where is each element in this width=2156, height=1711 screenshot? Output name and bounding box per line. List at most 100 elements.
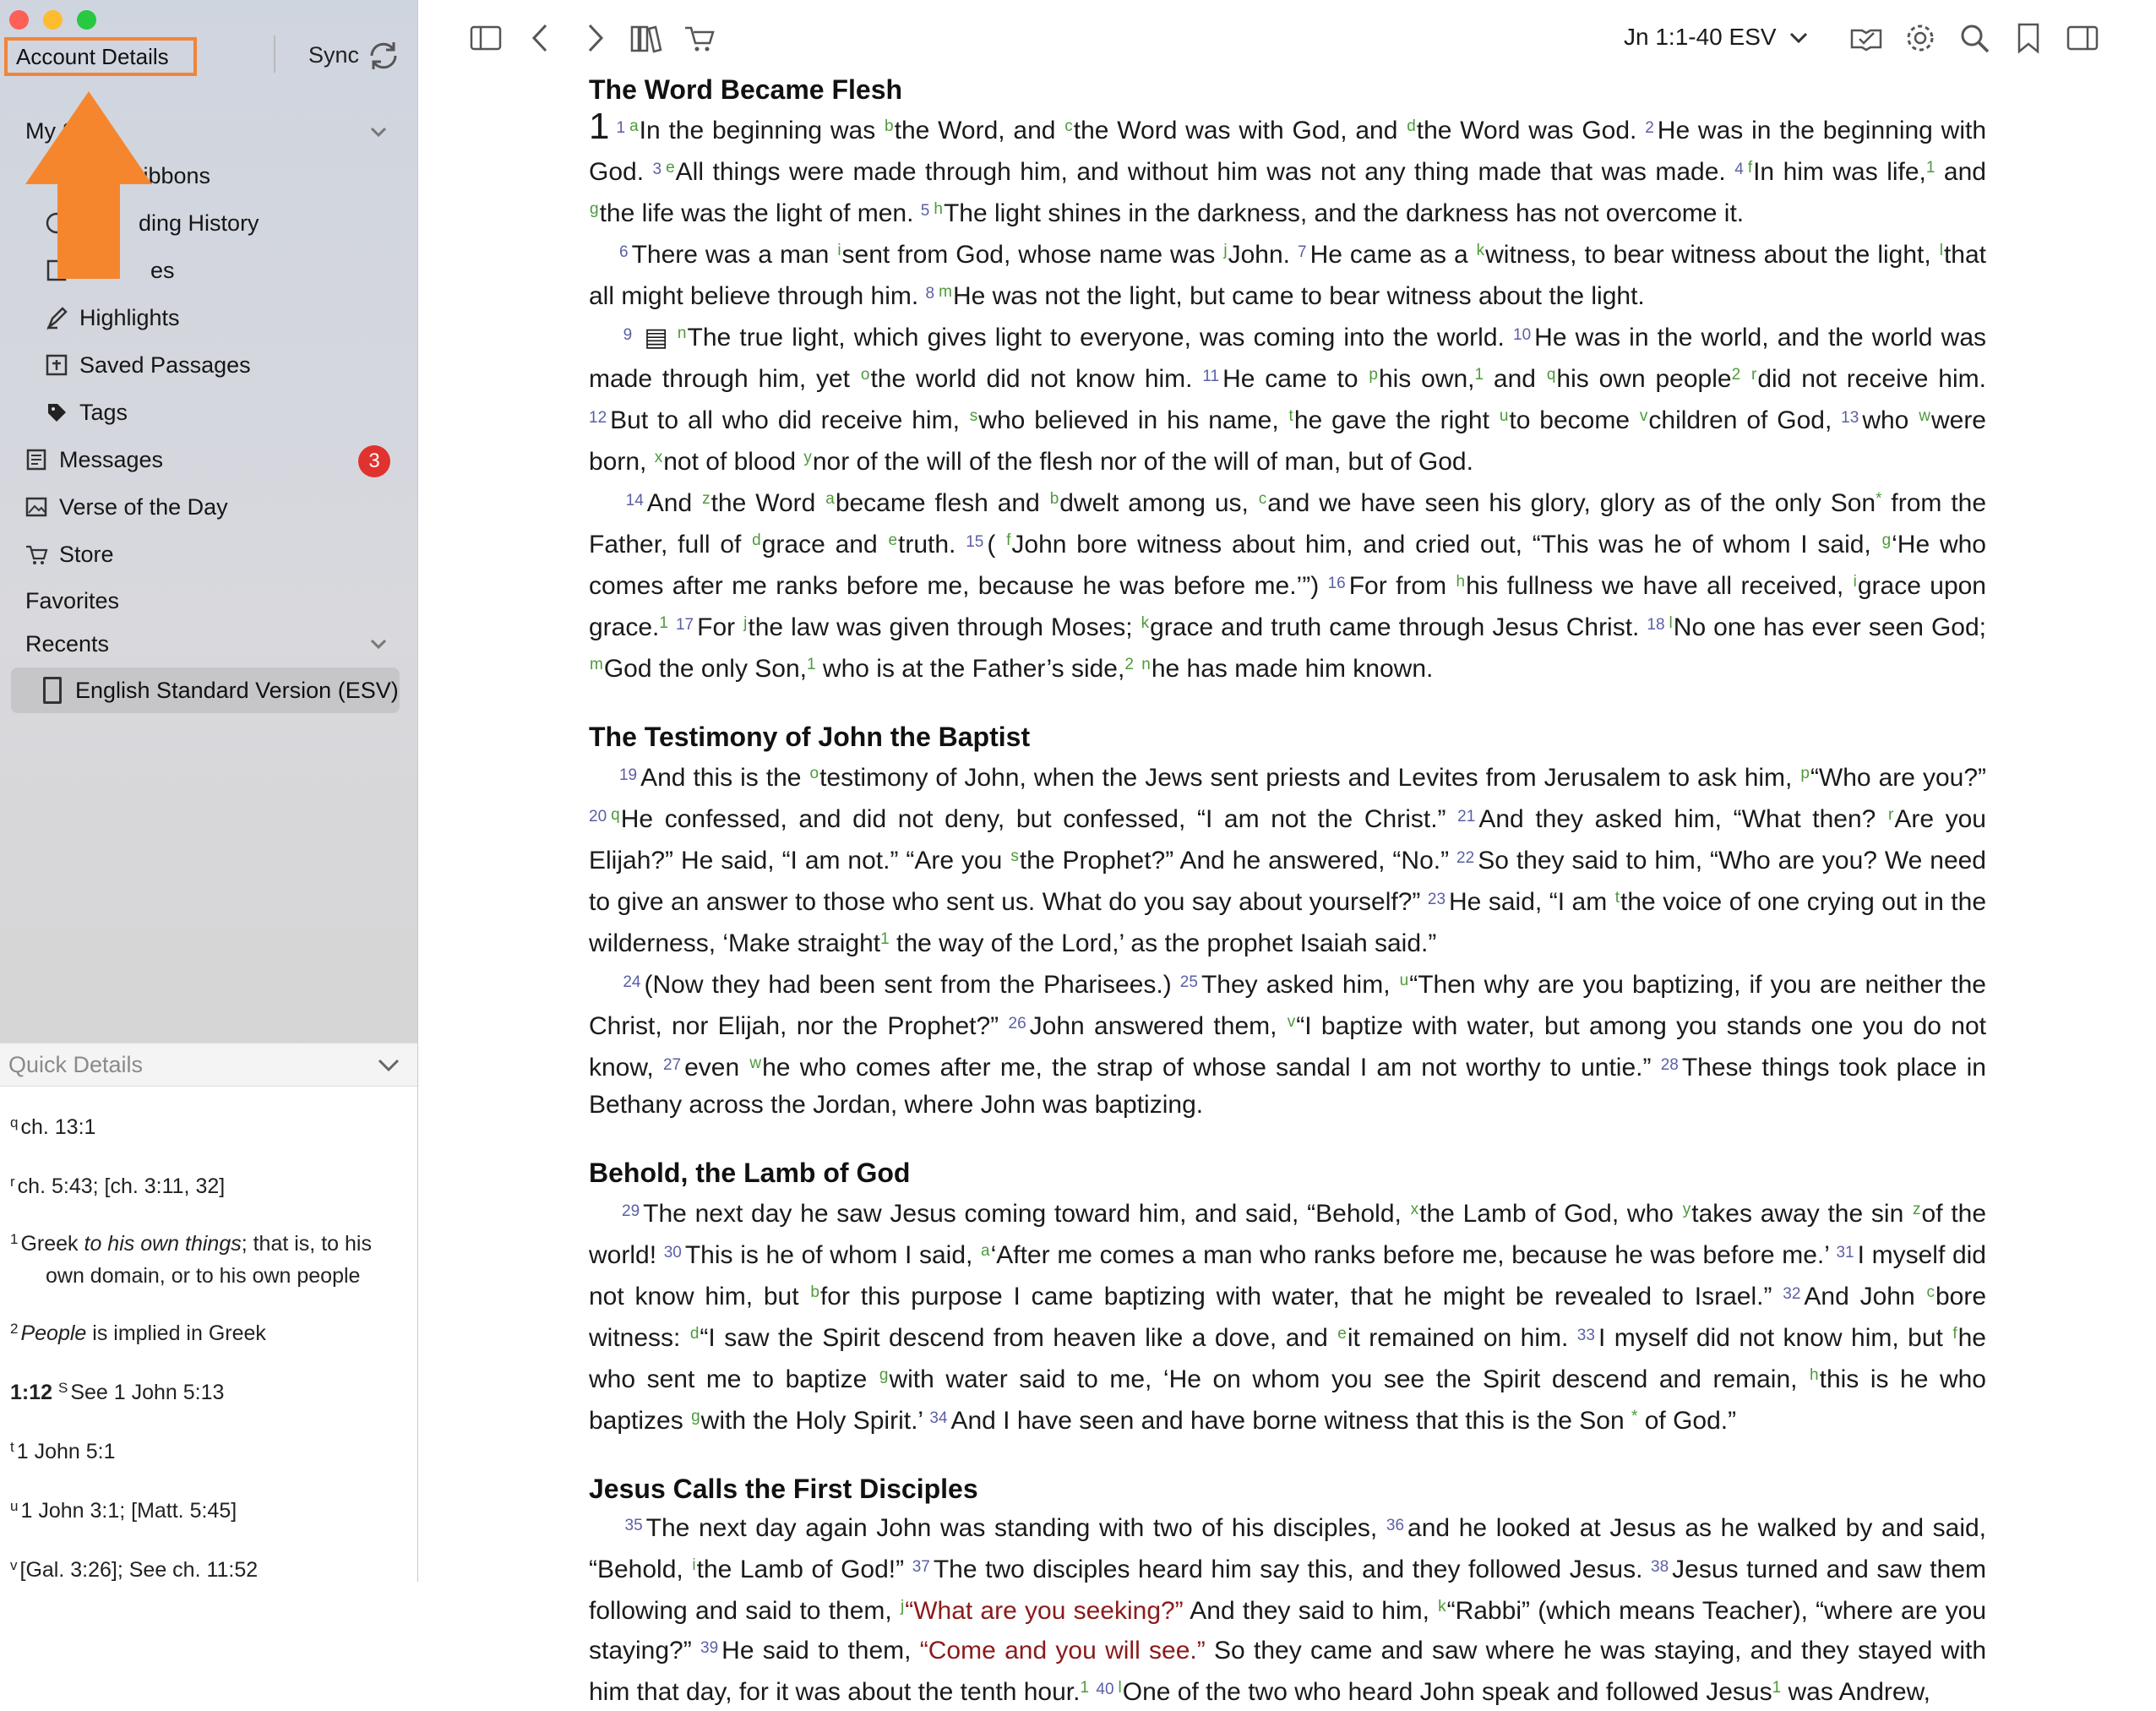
quick-details-note[interactable]: q ch. 13:1 — [10, 1107, 407, 1143]
chevron-down-icon[interactable] — [1788, 27, 1810, 49]
quick-details-note[interactable]: 2 People is implied in Greek — [10, 1313, 407, 1349]
note-mark: q — [10, 1114, 19, 1131]
sidebar-item-verse-of-the-day[interactable]: Verse of the Day — [24, 486, 228, 528]
sidebar-item-saved-passages[interactable]: Saved Passages — [44, 344, 251, 386]
section-heading: The Testimony of John the Baptist — [589, 722, 1031, 752]
search-icon[interactable] — [1957, 20, 1992, 56]
zoom-window-button[interactable] — [77, 10, 96, 30]
account-details-button[interactable]: Account Details — [4, 37, 197, 76]
chevron-down-icon[interactable] — [375, 1052, 402, 1079]
note-text: ch. 13:1 — [20, 1115, 96, 1139]
quick-details-note[interactable]: r ch. 5:43; [ch. 3:11, 32] — [10, 1166, 407, 1202]
sync-icon[interactable] — [365, 37, 402, 74]
sidebar-item-store[interactable]: Store — [24, 533, 114, 575]
quick-details-note[interactable]: u1 John 3:1; [Matt. 5:45] — [10, 1490, 407, 1527]
sidebar-item-label: Tags — [79, 399, 128, 425]
sidebar-item-label: Verse of the Day — [59, 493, 228, 520]
bookmark-icon[interactable] — [2011, 20, 2046, 56]
section-heading: The Word Became Flesh — [589, 74, 903, 105]
sidebar-item-highlights[interactable]: Highlights — [44, 297, 180, 339]
back-icon[interactable] — [524, 20, 559, 56]
note-text: 1 John 3:1; [Matt. 5:45] — [20, 1499, 237, 1523]
annotation-arrow-icon — [25, 91, 152, 279]
note-mark: t — [10, 1439, 14, 1455]
passage-paragraph: 9 ▤ nThe true light, which gives light t… — [589, 324, 1986, 476]
sidebar-item-label: es — [150, 257, 175, 283]
account-details-label: Account Details — [16, 43, 169, 69]
passage-paragraph: 19 And this is the otestimony of John, wh… — [589, 764, 1986, 957]
cart-icon[interactable] — [683, 20, 718, 56]
divider — [274, 35, 275, 73]
section-heading: Jesus Calls the First Disciples — [589, 1474, 978, 1504]
note-text: own domain, or to his own people — [46, 1264, 361, 1288]
note-text: 1 John 5:1 — [16, 1440, 116, 1463]
note-mark: S — [58, 1380, 68, 1396]
sidebar-item-label: Recents — [25, 630, 110, 657]
note-text: ch. 5:43; [ch. 3:11, 32] — [17, 1174, 226, 1198]
sidebar-toggle-icon[interactable] — [468, 20, 504, 56]
note-text: Greek — [20, 1232, 84, 1256]
quick-details-note[interactable]: v [Gal. 3:26]; See ch. 11:52 — [10, 1550, 407, 1586]
passage-reader[interactable]: The Word Became Flesh 1 1 aIn the beginnin… — [589, 71, 1986, 1711]
chevron-down-icon[interactable] — [367, 632, 390, 656]
note-icon[interactable]: ▤ — [644, 324, 667, 351]
note-mark: 1 — [10, 1231, 19, 1247]
note-text: See 1 John 5:13 — [70, 1381, 225, 1404]
quick-details-note[interactable]: t1 John 5:1 — [10, 1431, 407, 1468]
gear-icon[interactable] — [1903, 20, 1938, 56]
note-mark: u — [10, 1498, 19, 1514]
library-icon[interactable] — [629, 20, 664, 56]
note-ref: 1:12 — [10, 1381, 53, 1404]
panel-icon[interactable] — [2065, 20, 2100, 56]
recent-item-esv[interactable]: English Standard Version (ESV) — [11, 668, 400, 713]
note-mark: v — [10, 1557, 18, 1573]
passage-paragraph: 29 The next day he saw Jesus coming towar… — [589, 1200, 1987, 1435]
note-mark: 2 — [10, 1321, 19, 1337]
sidebar-item-messages[interactable]: Messages — [24, 439, 163, 481]
tag-icon — [44, 400, 69, 425]
note-emphasis: People — [20, 1321, 87, 1345]
sidebar-section-recents[interactable]: Recents — [25, 623, 109, 665]
note-emphasis: to his own things — [84, 1232, 242, 1256]
messages-count-badge: 3 — [358, 445, 390, 477]
sidebar-item-label: Store — [59, 541, 114, 567]
sync-label[interactable]: Sync — [308, 42, 359, 68]
sidebar-item-tags[interactable]: Tags — [44, 391, 128, 433]
sidebar-item-label: Favorites — [25, 587, 120, 613]
sidebar: Account Details Sync My S Ribbons ding H… — [0, 0, 418, 1582]
note-text: [Gal. 3:26]; See ch. 11:52 — [19, 1558, 259, 1582]
passage-paragraph: 1 1 aIn the beginning was bthe Word, and c… — [589, 106, 1987, 228]
sidebar-section-favorites[interactable]: Favorites — [25, 580, 119, 622]
quick-details-note[interactable]: 1 Greek to his own things; that is, to hi… — [10, 1223, 407, 1292]
forward-icon[interactable] — [576, 20, 612, 56]
quick-details-title: Quick Details — [8, 1052, 144, 1077]
chevron-down-icon[interactable] — [367, 120, 390, 144]
cart-icon — [24, 542, 49, 567]
sidebar-item-label: ding History — [139, 210, 259, 236]
reading-plan-icon[interactable] — [1848, 20, 1884, 56]
toolbar: Jn 1:1-40 ESV — [419, 0, 2156, 78]
messages-icon — [24, 447, 49, 472]
quick-details-header[interactable]: Quick Details — [0, 1043, 417, 1087]
passage-paragraph: 6 There was a man isent from God, whose n… — [589, 241, 1986, 310]
quick-details-note[interactable]: 1:12 S See 1 John 5:13 — [10, 1372, 407, 1409]
highlighter-icon — [44, 305, 69, 330]
note-mark: r — [10, 1174, 15, 1190]
passage-paragraph: 35 The next day again John was standing w… — [589, 1514, 1987, 1706]
book-icon — [43, 677, 62, 704]
passage-paragraph: 14 And zthe Word abecame flesh and bdwelt… — [589, 489, 1987, 683]
quick-details-panel: Quick Details q ch. 13:1 r ch. 5:43; [ch. … — [0, 1043, 417, 1582]
recent-item-label: English Standard Version (ESV) — [75, 677, 399, 703]
passage-paragraph: 24 (Now they had been sent from the Phari… — [589, 971, 1986, 1119]
minimize-window-button[interactable] — [43, 10, 63, 30]
sidebar-item-label: Highlights — [79, 304, 180, 330]
saved-passages-icon — [44, 352, 69, 378]
close-window-button[interactable] — [9, 10, 29, 30]
image-icon — [24, 494, 49, 520]
sidebar-item-label: Saved Passages — [79, 351, 251, 378]
note-text: is implied in Greek — [86, 1321, 266, 1345]
passage-reference[interactable]: Jn 1:1-40 ESV — [1624, 24, 1777, 51]
sidebar-item-label: Messages — [59, 446, 164, 472]
section-heading: Behold, the Lamb of God — [589, 1158, 911, 1188]
note-text: ; that is, to his — [241, 1232, 372, 1256]
